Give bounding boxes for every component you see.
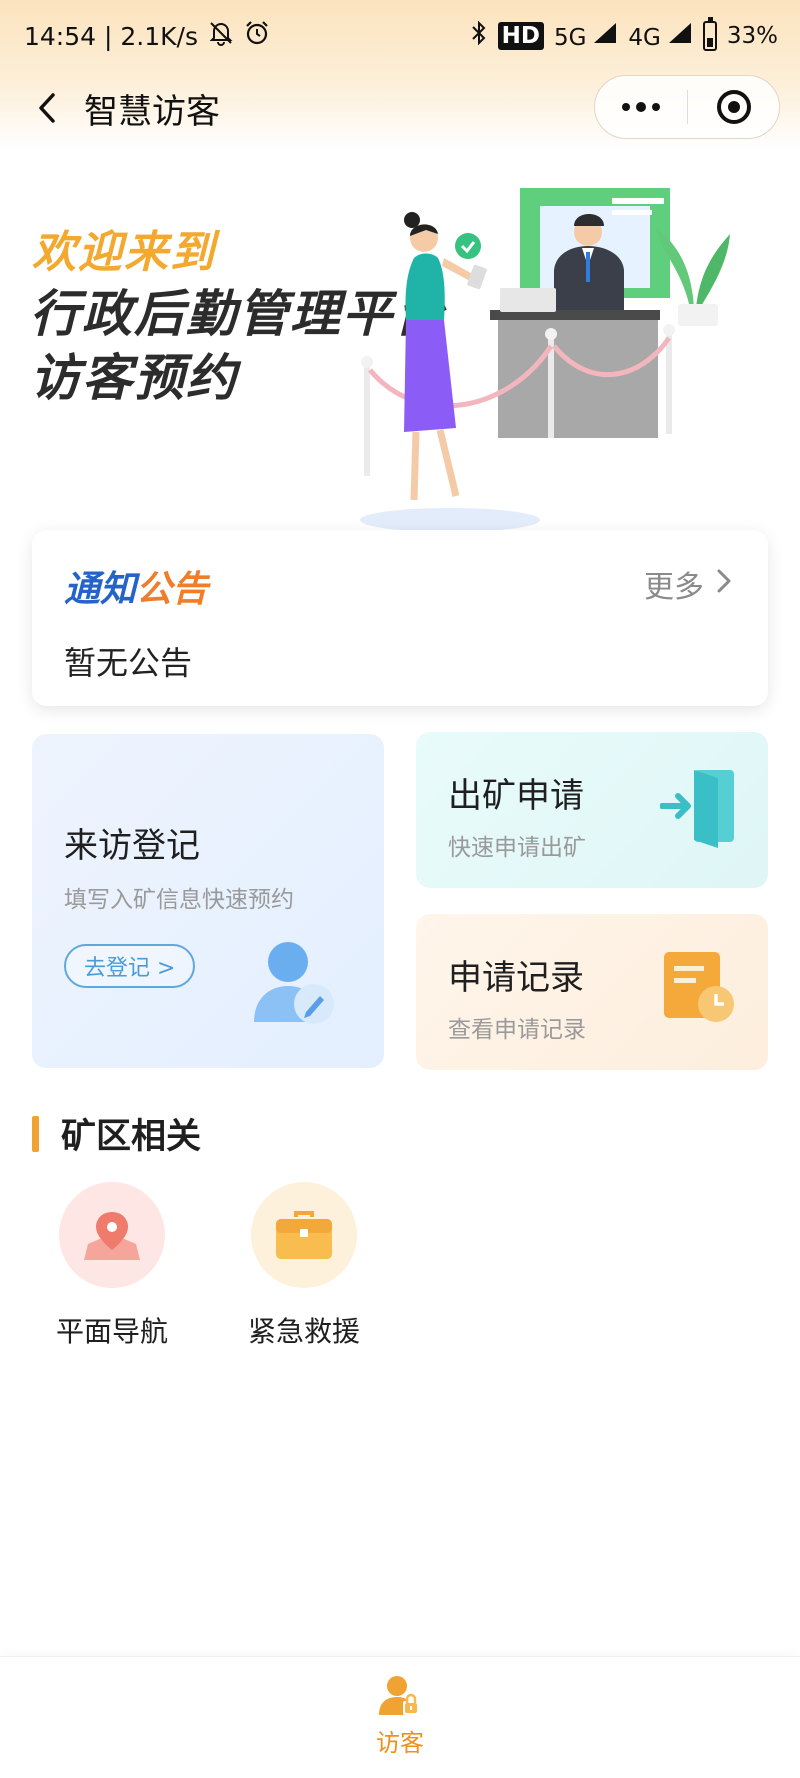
signal-strength-icon	[667, 21, 693, 51]
chevron-right-icon	[716, 567, 732, 602]
status-bar: 14:54 | 2.1K/s HD 5G 4G 33%	[0, 0, 800, 72]
exit-apply-subtitle: 快速申请出矿	[448, 835, 586, 861]
tab-visitor[interactable]: 访客	[360, 1675, 440, 1758]
more-dots-icon[interactable]	[595, 76, 687, 138]
exit-apply-tile[interactable]: 出矿申请 快速申请出矿	[416, 732, 768, 888]
tab-label: 访客	[376, 1729, 424, 1757]
bottom-tab-bar: 访客	[0, 1656, 800, 1778]
notice-title-part2: 公告	[136, 569, 209, 610]
bell-muted-icon	[208, 20, 234, 52]
navigation-bar: 智慧访客	[0, 72, 800, 144]
battery-percent: 33%	[726, 23, 778, 49]
apply-record-title: 申请记录	[448, 958, 584, 998]
section-accent-bar	[32, 1115, 39, 1152]
visit-register-subtitle: 填写入矿信息快速预约	[64, 887, 294, 913]
notice-title: 通知公告	[64, 560, 208, 612]
notice-more-link[interactable]: 更多	[644, 562, 732, 606]
banner-welcome: 欢迎来到	[32, 227, 216, 278]
close-target-icon[interactable]	[688, 76, 779, 138]
exit-door-icon	[660, 770, 734, 848]
exit-apply-title: 出矿申请	[448, 776, 584, 816]
section-title: 矿区相关	[61, 1117, 202, 1157]
quick-item-label: 紧急救援	[247, 1315, 360, 1348]
briefcase-icon	[251, 1182, 357, 1288]
page-title: 智慧访客	[84, 91, 220, 132]
time-network-speed: 14:54 | 2.1K/s	[24, 21, 198, 51]
alarm-clock-icon	[244, 20, 270, 52]
notice-card: 通知公告 更多 暂无公告	[32, 530, 768, 706]
welcome-banner: 欢迎来到 行政后勤管理平台 访客预约	[0, 150, 800, 530]
visitor-icon	[379, 1676, 419, 1715]
quick-item-label: 平面导航	[55, 1315, 168, 1348]
apply-record-tile[interactable]: 申请记录 查看申请记录	[416, 914, 768, 1070]
apply-record-subtitle: 查看申请记录	[448, 1017, 586, 1043]
document-clock-icon	[664, 952, 734, 1022]
hd-badge: HD	[497, 22, 544, 50]
notice-empty-text: 暂无公告	[64, 644, 193, 682]
signal-4g-label: 4G	[628, 25, 661, 51]
notice-more-label: 更多	[644, 570, 704, 605]
quick-item-map-navigation[interactable]: 平面导航	[42, 1182, 182, 1350]
section-header: 矿区相关	[32, 1108, 201, 1159]
status-right: HD 5G 4G 33%	[470, 17, 778, 53]
signal-5g-label: 5G	[553, 25, 587, 51]
back-arrow-icon[interactable]	[36, 88, 64, 128]
signal-strength-icon	[592, 21, 618, 51]
battery-icon	[702, 17, 717, 51]
visit-register-tile[interactable]: 来访登记 填写入矿信息快速预约 去登记 >	[32, 734, 384, 1068]
notice-title-part1: 通知	[64, 569, 137, 610]
visit-register-title: 来访登记	[64, 826, 200, 866]
mini-program-capsule	[594, 75, 780, 139]
bluetooth-icon	[470, 19, 488, 53]
person-edit-icon	[254, 942, 334, 1024]
reception-illustration	[360, 188, 730, 530]
go-register-button[interactable]: 去登记 >	[64, 944, 196, 988]
map-pin-icon	[59, 1182, 165, 1288]
quick-item-emergency-rescue[interactable]: 紧急救援	[234, 1182, 374, 1350]
status-left: 14:54 | 2.1K/s	[24, 20, 270, 52]
